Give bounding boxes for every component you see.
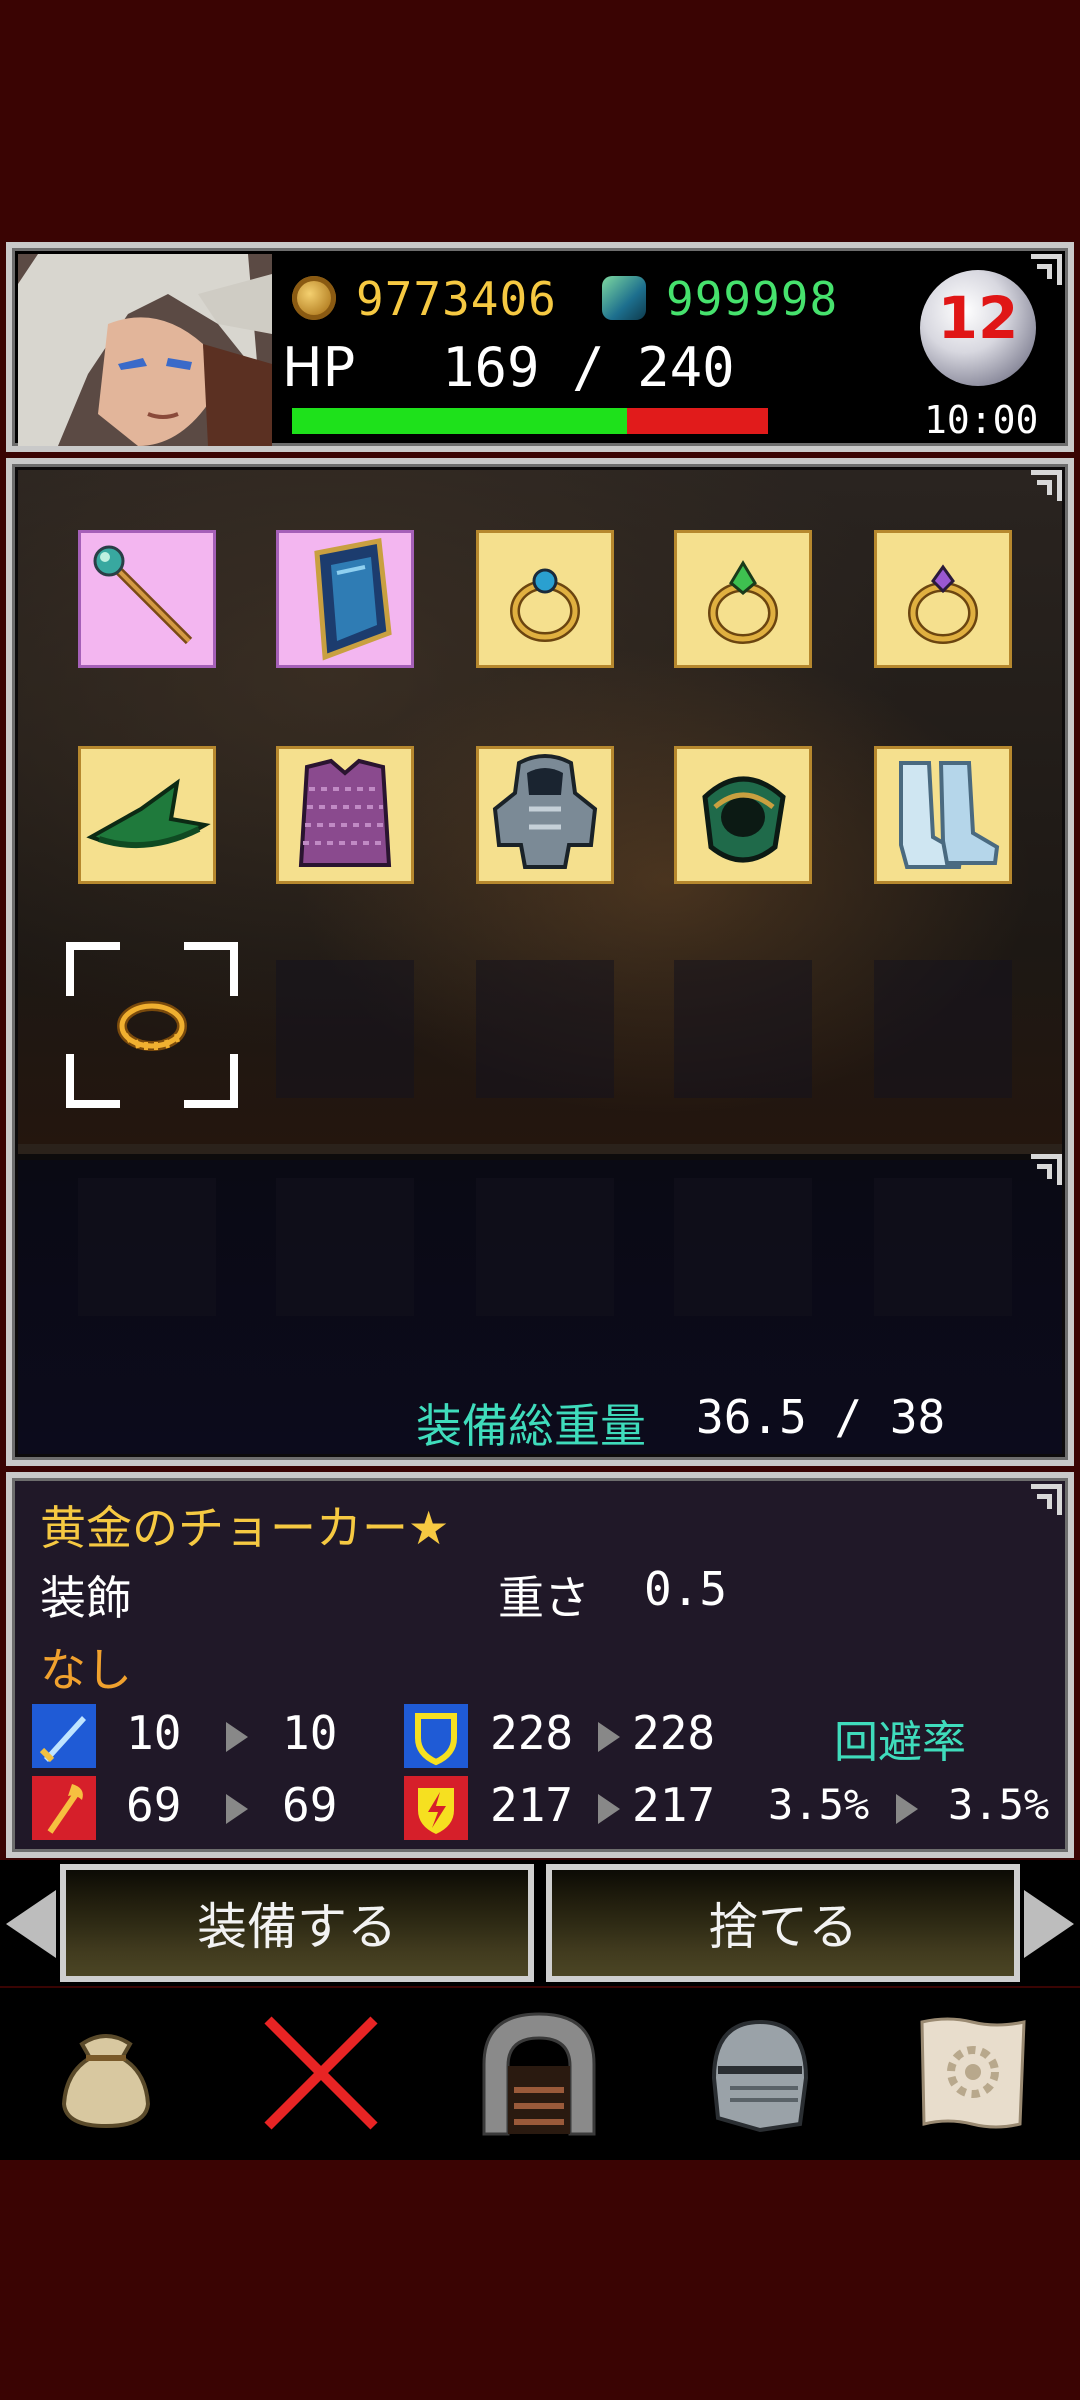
chainmail-icon xyxy=(298,758,392,867)
sword-icon xyxy=(32,1704,96,1768)
map-icon[interactable] xyxy=(908,2008,1038,2138)
plate-armor-icon xyxy=(492,754,598,869)
hp-value: 169 / 240 xyxy=(442,336,735,399)
equip-slot-bracer[interactable] xyxy=(674,746,812,884)
total-weight-value: 36.5 / 38 xyxy=(696,1390,946,1444)
arrow-right-icon xyxy=(598,1794,620,1824)
ring-blue-gem-icon xyxy=(510,568,580,642)
bag-icon[interactable] xyxy=(42,2008,172,2138)
ring-green-gem-icon xyxy=(708,560,778,644)
total-weight-label: 装備総重量 xyxy=(416,1399,646,1453)
frame-corner-ornament xyxy=(1028,470,1062,504)
empty-slot[interactable] xyxy=(674,1178,812,1316)
equip-slot-hat[interactable] xyxy=(78,746,216,884)
helmet-icon[interactable] xyxy=(690,2008,820,2138)
wand-icon xyxy=(32,1776,96,1840)
frame-corner-ornament xyxy=(1028,1154,1062,1188)
gem-icon xyxy=(602,276,646,320)
selection-cursor[interactable] xyxy=(66,942,238,1108)
ornament-left xyxy=(6,1890,56,1958)
equip-slot-ring-2[interactable] xyxy=(674,530,812,668)
arrow-right-icon xyxy=(226,1794,248,1824)
evasion-new: 3.5% xyxy=(948,1780,1050,1829)
action-bar: 装備する 捨てる xyxy=(0,1860,1080,1986)
attack-current: 10 xyxy=(126,1706,182,1760)
gold-coin-icon xyxy=(292,276,336,320)
moon-floor-indicator: 12 xyxy=(920,270,1036,386)
empty-slot[interactable] xyxy=(78,1178,216,1316)
item-weight-label: 重さ xyxy=(498,1571,590,1625)
defense-new: 228 xyxy=(632,1706,716,1760)
boots-icon xyxy=(899,761,1000,869)
empty-slot[interactable] xyxy=(276,960,414,1098)
item-name: 黄金のチョーカー★ xyxy=(40,1501,450,1555)
empty-slot[interactable] xyxy=(476,1178,614,1316)
arrow-right-icon xyxy=(598,1722,620,1752)
equip-slot-boots[interactable] xyxy=(874,746,1012,884)
magic-new: 69 xyxy=(282,1778,338,1832)
resist-current: 217 xyxy=(490,1778,574,1832)
hp-bar-fill xyxy=(292,408,628,434)
wizard-hat-icon xyxy=(86,778,211,849)
magic-current: 69 xyxy=(126,1778,182,1832)
resist-new: 217 xyxy=(632,1778,716,1832)
empty-slot[interactable] xyxy=(276,1178,414,1316)
evasion-current: 3.5% xyxy=(768,1780,870,1829)
hp-label: HP xyxy=(282,336,356,399)
item-weight-value: 0.5 xyxy=(644,1562,728,1616)
evasion-label: 回避率 xyxy=(834,1717,966,1768)
empty-slot[interactable] xyxy=(674,960,812,1098)
frame-corner-ornament xyxy=(1028,254,1062,288)
empty-slot[interactable] xyxy=(874,1178,1012,1316)
item-effect: なし xyxy=(40,1643,132,1697)
ornament-right xyxy=(1024,1890,1074,1958)
clock-time: 10:00 xyxy=(924,398,1039,442)
arrow-right-icon xyxy=(226,1722,248,1752)
lightning-icon xyxy=(404,1776,468,1840)
shield-stat-icon xyxy=(404,1704,468,1768)
equip-button[interactable]: 装備する xyxy=(60,1864,534,1982)
close-icon[interactable] xyxy=(256,2008,386,2138)
equip-slot-body[interactable] xyxy=(276,746,414,884)
ring-purple-gem-icon xyxy=(908,564,978,644)
empty-slot[interactable] xyxy=(476,960,614,1098)
floor-number: 12 xyxy=(937,284,1019,352)
frame-corner-ornament xyxy=(1028,1484,1062,1518)
staff-icon xyxy=(93,545,193,645)
equip-slot-ring-1[interactable] xyxy=(476,530,614,668)
equipment-panel: 装備総重量 36.5 / 38 xyxy=(6,458,1074,1466)
attack-new: 10 xyxy=(282,1706,338,1760)
dungeon-door-icon[interactable] xyxy=(474,2008,604,2138)
discard-button[interactable]: 捨てる xyxy=(546,1864,1020,1982)
empty-slot[interactable] xyxy=(874,960,1012,1098)
character-portrait[interactable] xyxy=(18,254,272,446)
status-header: 9773406 999998 HP 169 / 240 12 10:00 xyxy=(6,242,1074,452)
equip-slot-staff[interactable] xyxy=(78,530,216,668)
bracer-icon xyxy=(702,776,786,863)
gold-amount: 9773406 xyxy=(356,272,557,326)
equip-slot-shield[interactable] xyxy=(276,530,414,668)
gem-amount: 999998 xyxy=(666,272,839,326)
hp-bar xyxy=(292,408,768,434)
equip-slot-armor[interactable] xyxy=(476,746,614,884)
equip-slot-ring-3[interactable] xyxy=(874,530,1012,668)
gold-choker-icon xyxy=(117,1001,187,1051)
item-info-panel: 黄金のチョーカー★ 装飾 重さ 0.5 なし 10 10 69 69 228 2… xyxy=(6,1472,1074,1858)
arrow-right-icon xyxy=(896,1794,918,1824)
defense-current: 228 xyxy=(490,1706,574,1760)
bottom-nav xyxy=(0,1988,1080,2160)
shield-icon xyxy=(314,538,392,661)
item-category: 装飾 xyxy=(40,1571,132,1625)
